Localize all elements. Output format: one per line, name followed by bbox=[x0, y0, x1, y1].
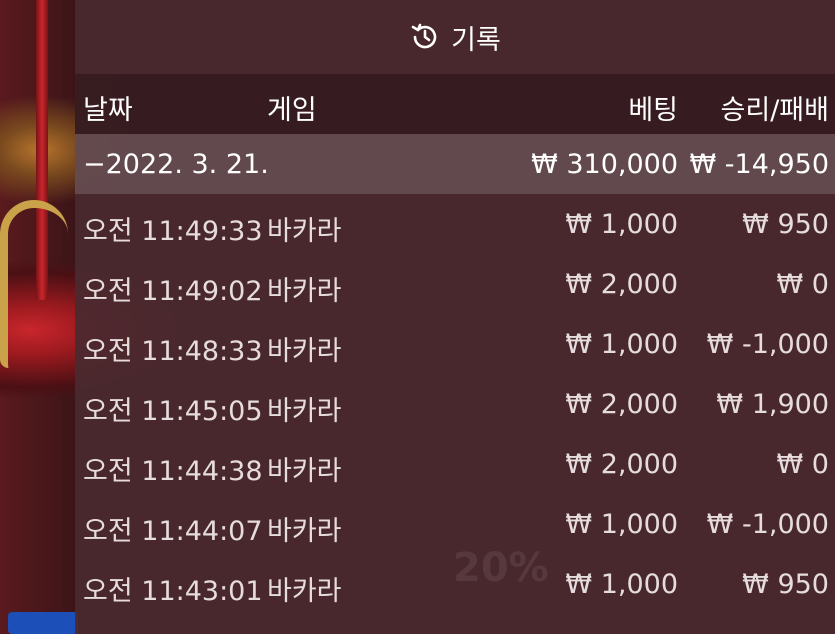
row-win-loss: ₩ 1,900 bbox=[716, 389, 829, 420]
row-game: 바카라 bbox=[267, 516, 342, 547]
date-group-row[interactable]: −2022. 3. 21. ₩ 310,000 ₩ -14,950 bbox=[75, 134, 835, 194]
history-row[interactable]: 오전 11:48:33 바카라 ₩ 1,000 ₩ -1,000 bbox=[75, 314, 835, 374]
row-win-loss: ₩ -1,000 bbox=[706, 509, 829, 540]
row-bet: ₩ 2,000 bbox=[565, 389, 678, 420]
row-win-loss: ₩ 0 bbox=[776, 449, 829, 480]
row-bet: ₩ 1,000 bbox=[565, 509, 678, 540]
row-game: 바카라 bbox=[267, 396, 342, 427]
row-time: 오전 11:45:05 bbox=[83, 396, 263, 427]
row-game: 바카라 bbox=[267, 456, 342, 487]
panel-title: 기록 bbox=[451, 24, 501, 56]
panel-header: 기록 bbox=[75, 0, 835, 74]
row-bet: ₩ 2,000 bbox=[565, 449, 678, 480]
row-time: 오전 11:49:33 bbox=[83, 216, 263, 247]
row-game: 바카라 bbox=[267, 276, 342, 307]
row-win-loss: ₩ -1,000 bbox=[706, 329, 829, 360]
row-bet: ₩ 1,000 bbox=[565, 209, 678, 240]
column-header-bet: 베팅 bbox=[628, 95, 678, 126]
background-percent-text: 20% bbox=[453, 545, 549, 591]
row-bet: ₩ 1,000 bbox=[565, 569, 678, 600]
column-headers: 날짜 게임 베팅 승리/패배 bbox=[75, 74, 835, 134]
history-row[interactable]: 오전 11:45:05 바카라 ₩ 2,000 ₩ 1,900 bbox=[75, 374, 835, 434]
column-header-win-loss: 승리/패배 bbox=[720, 95, 829, 126]
history-row[interactable]: 오전 11:49:33 바카라 ₩ 1,000 ₩ 950 bbox=[75, 194, 835, 254]
row-bet: ₩ 1,000 bbox=[565, 329, 678, 360]
row-game: 바카라 bbox=[267, 216, 342, 247]
history-row[interactable]: 오전 11:49:02 바카라 ₩ 2,000 ₩ 0 bbox=[75, 254, 835, 314]
row-game: 바카라 bbox=[267, 576, 342, 607]
row-time: 오전 11:49:02 bbox=[83, 276, 263, 307]
date-group-total-win-loss: ₩ -14,950 bbox=[689, 149, 830, 180]
date-group-date: −2022. 3. 21. bbox=[83, 149, 269, 180]
history-row[interactable]: 오전 11:44:38 바카라 ₩ 2,000 ₩ 0 bbox=[75, 434, 835, 494]
column-header-date: 날짜 bbox=[83, 95, 133, 126]
history-icon bbox=[411, 23, 437, 49]
history-panel: 기록 날짜 게임 베팅 승리/패배 −2022. 3. 21. ₩ 310,00… bbox=[75, 0, 835, 634]
row-win-loss: ₩ 0 bbox=[776, 269, 829, 300]
row-game: 바카라 bbox=[267, 336, 342, 367]
date-group-total-bet: ₩ 310,000 bbox=[531, 149, 678, 180]
column-header-game: 게임 bbox=[267, 95, 317, 126]
background-button bbox=[8, 612, 78, 634]
row-time: 오전 11:43:01 bbox=[83, 576, 263, 607]
row-time: 오전 11:44:38 bbox=[83, 456, 263, 487]
row-win-loss: ₩ 950 bbox=[742, 569, 829, 600]
row-bet: ₩ 2,000 bbox=[565, 269, 678, 300]
background-decoration bbox=[0, 200, 68, 368]
row-win-loss: ₩ 950 bbox=[742, 209, 829, 240]
row-time: 오전 11:48:33 bbox=[83, 336, 263, 367]
row-time: 오전 11:44:07 bbox=[83, 516, 263, 547]
